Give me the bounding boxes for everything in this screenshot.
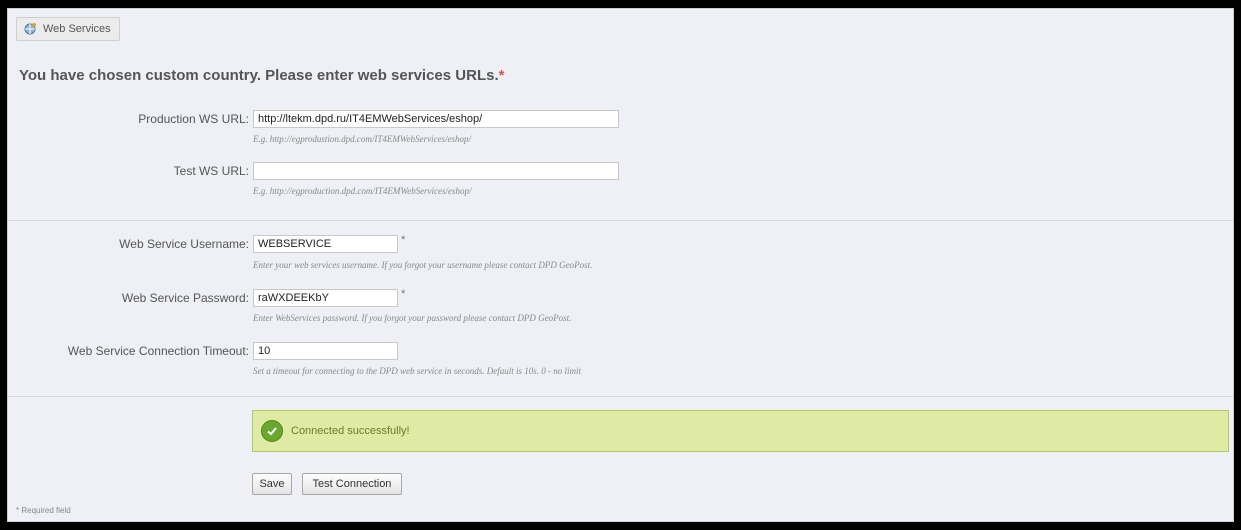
page-heading-text: You have chosen custom country. Please e… bbox=[19, 67, 499, 84]
test-ws-url-help: E.g. http://egproduction.dpd.com/IT4EMWe… bbox=[253, 186, 472, 196]
production-ws-url-label: Production WS URL: bbox=[138, 112, 249, 126]
username-help: Enter your web services username. If you… bbox=[253, 260, 593, 270]
section-divider bbox=[8, 220, 1233, 221]
page-heading: You have chosen custom country. Please e… bbox=[19, 67, 504, 84]
test-ws-url-input[interactable] bbox=[253, 162, 619, 180]
required-field-note: * Required field bbox=[16, 506, 71, 515]
timeout-help: Set a timeout for connecting to the DPD … bbox=[253, 366, 581, 376]
username-input[interactable] bbox=[253, 235, 398, 253]
password-label: Web Service Password: bbox=[121, 291, 249, 305]
production-ws-url-input[interactable] bbox=[253, 110, 619, 128]
connection-status-text: Connected successfully! bbox=[291, 425, 410, 437]
panel-legend-title: Web Services bbox=[43, 23, 111, 35]
timeout-input[interactable] bbox=[253, 342, 398, 360]
password-help: Enter WebServices password. If you forgo… bbox=[253, 313, 572, 323]
password-required-mark: * bbox=[401, 288, 406, 300]
username-label: Web Service Username: bbox=[119, 237, 249, 251]
connection-status-message: Connected successfully! bbox=[252, 410, 1229, 452]
web-services-icon bbox=[23, 22, 37, 36]
test-connection-button[interactable]: Test Connection bbox=[302, 473, 402, 495]
web-services-panel: Web Services You have chosen custom coun… bbox=[7, 8, 1234, 522]
timeout-label: Web Service Connection Timeout: bbox=[67, 344, 249, 358]
username-required-mark: * bbox=[401, 234, 406, 246]
production-ws-url-help: E.g. http://egprodustion.dpd.com/IT4EMWe… bbox=[253, 134, 472, 144]
check-circle-icon bbox=[261, 420, 283, 442]
password-input[interactable] bbox=[253, 289, 398, 307]
save-button[interactable]: Save bbox=[252, 473, 292, 495]
section-divider bbox=[8, 396, 1233, 397]
test-ws-url-label: Test WS URL: bbox=[173, 164, 249, 178]
required-mark: * bbox=[498, 67, 505, 84]
panel-legend: Web Services bbox=[16, 17, 120, 41]
